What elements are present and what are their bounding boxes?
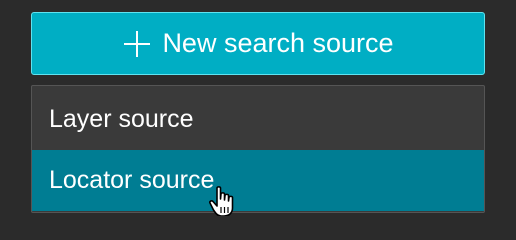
plus-icon — [122, 29, 152, 59]
search-source-panel: New search source Layer source Locator s… — [0, 0, 516, 217]
new-search-source-label: New search source — [162, 28, 394, 58]
menu-item-label: Locator source — [49, 166, 215, 194]
menu-item-locator-source[interactable]: Locator source — [32, 150, 484, 211]
hand-pointer-icon — [208, 186, 242, 217]
new-search-source-button[interactable]: New search source — [31, 12, 485, 75]
menu-item-layer-source[interactable]: Layer source — [32, 89, 484, 150]
menu-item-label: Layer source — [49, 105, 194, 133]
search-source-dropdown: Layer source Locator source — [31, 85, 485, 213]
